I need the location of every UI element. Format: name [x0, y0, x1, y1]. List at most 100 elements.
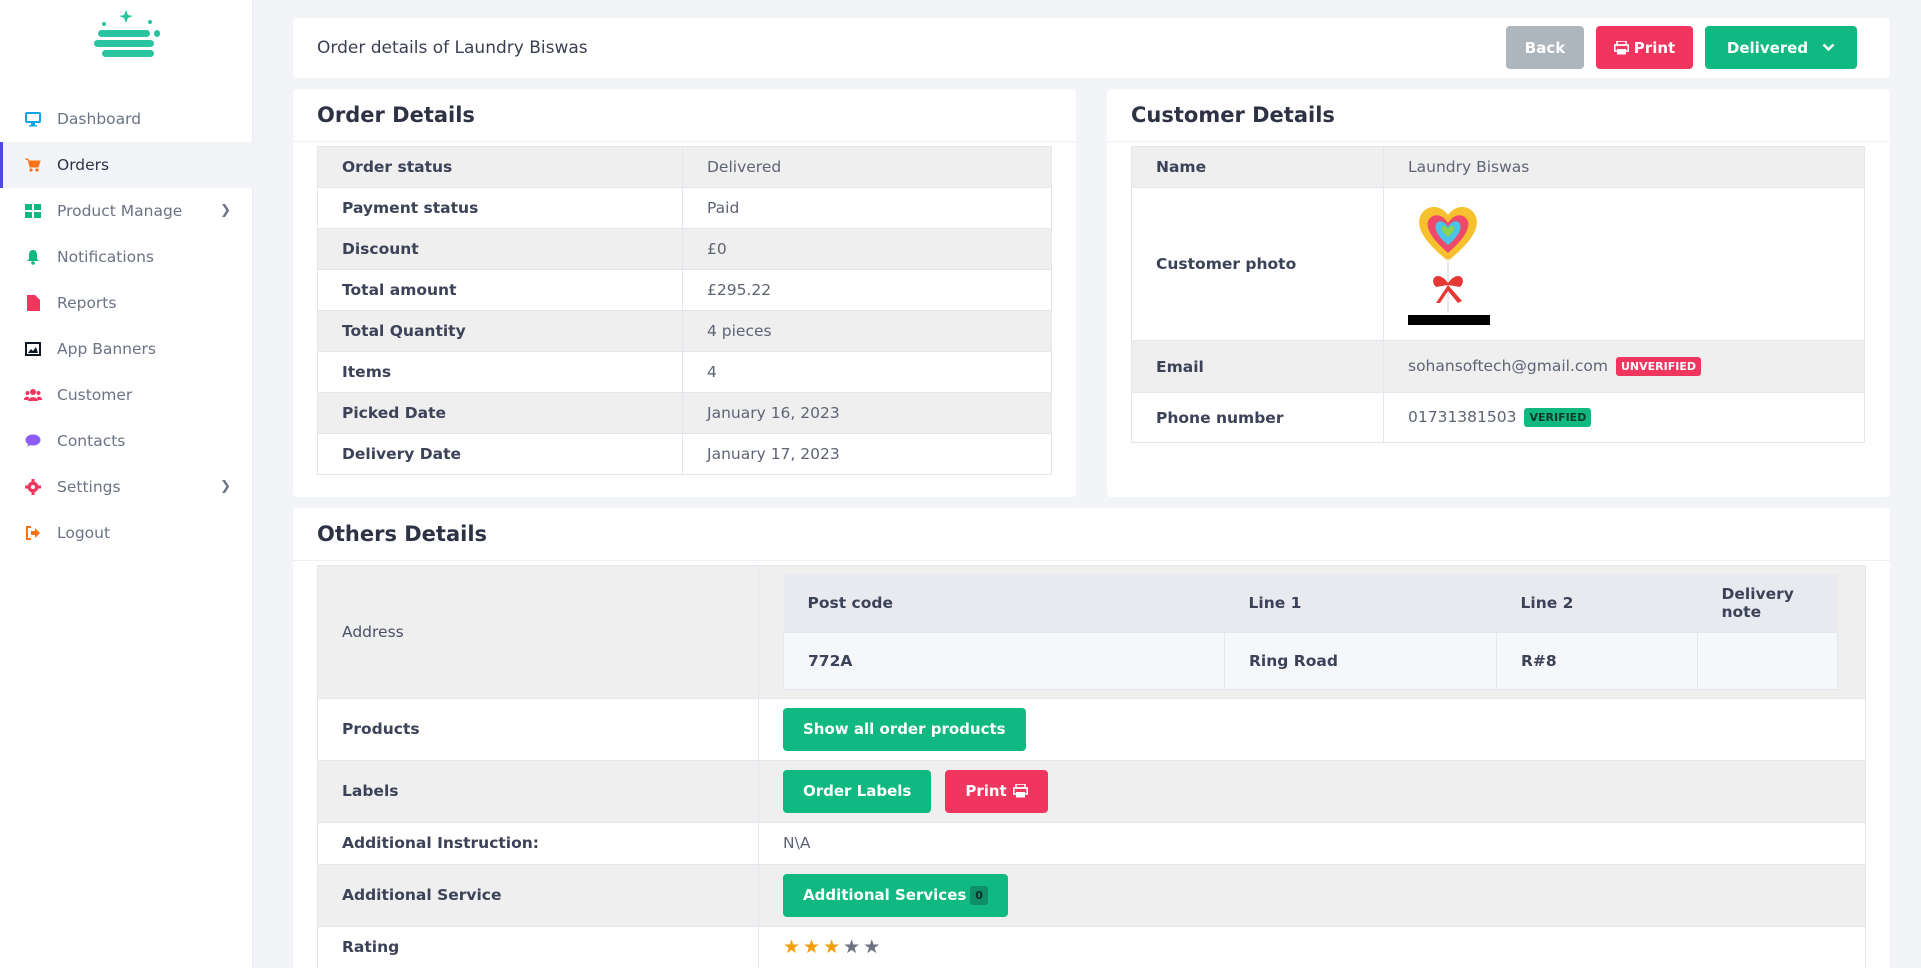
sidebar-item-label: Contacts [57, 432, 126, 450]
customer-phone: 01731381503 [1408, 408, 1517, 426]
table-row: Rating ★ ★ ★ ★ ★ [317, 925, 1866, 968]
customer-email: sohansoftech@gmail.com [1408, 357, 1608, 375]
sidebar-item-notifications[interactable]: Notifications [0, 234, 253, 280]
sidebar-nav: Dashboard Orders Product Manage ❯ Notifi… [0, 96, 253, 556]
order-details-table: Order status Delivered Payment status Paid… [317, 146, 1052, 475]
customer-details-table: Name Laundry Biswas Customer photo Email… [1131, 146, 1865, 443]
table-row: Total amount £295.22 [317, 269, 1052, 311]
users-icon [24, 386, 42, 404]
star-filled-icon: ★ [803, 936, 821, 958]
address-table: Post code Line 1 Line 2 Delivery note 77… [783, 574, 1838, 690]
show-products-button[interactable]: Show all order products [783, 707, 1026, 751]
unverified-badge: UNVERIFIED [1616, 357, 1701, 376]
star-filled-icon: ★ [823, 936, 841, 958]
others-details-title: Others Details [317, 522, 488, 546]
sidebar-item-dashboard[interactable]: Dashboard [0, 96, 253, 142]
sidebar-item-label: Dashboard [57, 110, 142, 128]
customer-details-card: Customer Details Name Laundry Biswas Cus… [1107, 89, 1890, 497]
address-value-row: 772A Ring Road R#8 [783, 631, 1838, 690]
order-status-label: Delivered [1726, 38, 1809, 57]
chat-icon [24, 432, 42, 450]
row-value: 4 [682, 351, 1052, 393]
customer-name: Laundry Biswas [1383, 146, 1865, 188]
image-icon [24, 340, 42, 358]
sidebar-item-label: Reports [57, 294, 117, 312]
row-label: Items [317, 351, 683, 393]
sidebar-item-label: Settings [57, 478, 121, 496]
table-row: Customer photo [1131, 187, 1865, 341]
service-cell: Additional Services 0 [758, 863, 1866, 927]
row-label: Address [317, 565, 759, 699]
sidebar-item-label: Orders [57, 156, 110, 174]
table-row: Total Quantity 4 pieces [317, 310, 1052, 352]
page-title: Order details of Laundry Biswas [317, 38, 588, 58]
post-code: 772A [783, 631, 1225, 690]
row-label: Name [1131, 146, 1384, 188]
print-labels-label: Print [965, 782, 1007, 800]
row-label: Total Quantity [317, 310, 683, 352]
row-label: Total amount [317, 269, 683, 311]
printer-icon [1012, 784, 1028, 798]
printer-icon [1613, 40, 1629, 54]
row-label: Labels [317, 759, 759, 823]
column-header: Delivery note [1697, 574, 1838, 632]
verified-badge: VERIFIED [1524, 408, 1592, 427]
logout-icon [24, 524, 42, 542]
address-line-2: R#8 [1496, 631, 1698, 690]
table-row: Labels Order Labels Print [317, 759, 1866, 823]
sidebar-item-reports[interactable]: Reports [0, 280, 253, 326]
additional-services-button[interactable]: Additional Services 0 [783, 873, 1008, 917]
sidebar-item-product-manage[interactable]: Product Manage ❯ [0, 188, 253, 234]
table-row: Picked Date January 16, 2023 [317, 392, 1052, 434]
order-status-dropdown[interactable]: Delivered [1705, 26, 1857, 69]
row-label: Products [317, 697, 759, 761]
print-button[interactable]: Print [1596, 26, 1693, 69]
row-value: £295.22 [682, 269, 1052, 311]
file-icon [24, 294, 42, 312]
sidebar-item-app-banners[interactable]: App Banners [0, 326, 253, 372]
phone-cell: 01731381503 VERIFIED [1383, 392, 1865, 443]
sidebar-item-label: Notifications [57, 248, 155, 266]
print-labels-button[interactable]: Print [945, 769, 1048, 813]
order-details-card: Order Details Order status Delivered Paym… [293, 89, 1076, 497]
additional-services-label: Additional Services [803, 886, 967, 904]
sidebar-item-logout[interactable]: Logout [0, 510, 253, 556]
table-row: Address Post code Line 1 Line 2 Delivery… [317, 565, 1866, 699]
rating-cell: ★ ★ ★ ★ ★ [758, 925, 1866, 968]
order-labels-button[interactable]: Order Labels [783, 769, 932, 813]
customer-photo [1408, 206, 1490, 325]
row-label: Email [1131, 340, 1384, 393]
table-row: Additional Service Additional Services 0 [317, 863, 1866, 927]
table-row: Payment status Paid [317, 187, 1052, 229]
star-empty-icon: ★ [843, 936, 861, 958]
sidebar-item-orders[interactable]: Orders [0, 142, 253, 188]
sidebar-item-contacts[interactable]: Contacts [0, 418, 253, 464]
sidebar-item-settings[interactable]: Settings ❯ [0, 464, 253, 510]
sidebar-item-customer[interactable]: Customer [0, 372, 253, 418]
column-header: Line 2 [1496, 574, 1698, 632]
table-row: Email sohansoftech@gmail.com UNVERIFIED [1131, 340, 1865, 393]
row-value: £0 [682, 228, 1052, 270]
gear-icon [24, 478, 42, 496]
email-cell: sohansoftech@gmail.com UNVERIFIED [1383, 340, 1865, 393]
back-button[interactable]: Back [1506, 26, 1584, 69]
table-row: Phone number 01731381503 VERIFIED [1131, 392, 1865, 443]
row-label: Additional Instruction: [317, 821, 759, 865]
chevron-down-icon [1822, 43, 1835, 52]
monitor-icon [24, 110, 42, 128]
bell-icon [24, 248, 42, 266]
table-row: Additional Instruction: N\A [317, 821, 1866, 865]
sidebar-item-label: Logout [57, 524, 111, 542]
others-details-card: Others Details Address Post code Line 1 … [293, 508, 1890, 968]
rating-stars: ★ ★ ★ ★ ★ [783, 936, 883, 958]
grid-icon [24, 202, 42, 220]
address-line-1: Ring Road [1224, 631, 1497, 690]
row-label: Picked Date [317, 392, 683, 434]
sidebar: Dashboard Orders Product Manage ❯ Notifi… [0, 0, 253, 968]
column-header: Line 1 [1224, 574, 1497, 632]
row-label: Delivery Date [317, 433, 683, 475]
chevron-right-icon: ❯ [220, 479, 231, 494]
row-label: Phone number [1131, 392, 1384, 443]
row-label: Payment status [317, 187, 683, 229]
column-header: Post code [783, 574, 1225, 632]
